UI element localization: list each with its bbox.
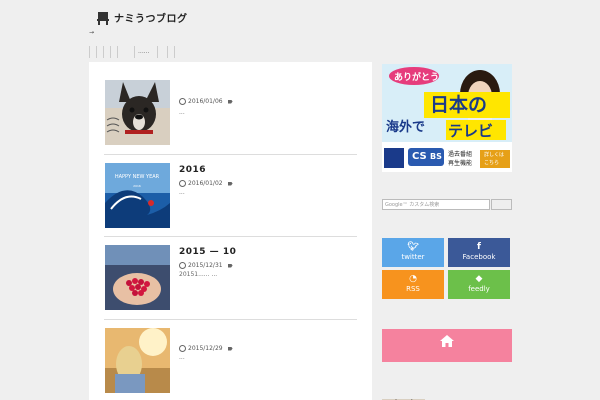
ad-headline-2a: 海外で xyxy=(386,120,426,135)
post-meta: 2015/12/29 xyxy=(179,345,233,352)
ad-headline-2b: テレビ xyxy=(448,122,494,140)
post-item[interactable]: 2015 — 10 2015/12/31 20151...... ... xyxy=(105,245,355,311)
ad-small-1a: 過去番組 xyxy=(448,151,473,158)
ad-small-2b: こちら xyxy=(484,160,500,166)
post-title[interactable]: 2016 xyxy=(179,165,206,175)
ad-bs: BS xyxy=(430,152,442,161)
feedly-icon: ◆ xyxy=(475,274,483,284)
tag-icon xyxy=(227,346,233,351)
follow-label: RSS xyxy=(406,285,420,293)
twitter-bird-icon: 🐦︎ xyxy=(407,242,419,252)
clock-icon xyxy=(179,345,186,352)
nav-item[interactable] xyxy=(117,46,134,58)
clock-icon xyxy=(179,98,186,105)
post-item[interactable]: 2015/12/29 ... xyxy=(105,328,355,394)
follow-feedly-button[interactable]: ◆ feedly xyxy=(448,270,510,299)
post-item[interactable]: HAPPY NEW YEAR 2016 2016 2016/01/02 ... xyxy=(105,163,355,229)
post-divider xyxy=(104,236,357,237)
site-logo[interactable]: ナミうつブログ xyxy=(96,10,188,25)
svg-text:HAPPY NEW YEAR: HAPPY NEW YEAR xyxy=(115,174,160,180)
chair-logo-icon xyxy=(97,11,109,25)
post-date: 2015/12/31 xyxy=(188,262,223,269)
happy-new-year-wave-image: HAPPY NEW YEAR 2016 xyxy=(105,163,170,228)
post-thumbnail[interactable] xyxy=(105,80,170,145)
post-excerpt: ... xyxy=(179,189,185,196)
nav-item[interactable] xyxy=(110,46,117,58)
sidebar-post-thumbnail[interactable] xyxy=(382,392,425,400)
blonde-woman-sunset-image xyxy=(105,328,170,393)
ad-bubble-text: ありがとう xyxy=(394,73,440,83)
follow-twitter-button[interactable]: 🐦︎ twitter xyxy=(382,238,444,267)
sidebar-ad-banner[interactable]: ありがとう 日本の 海外で テレビ CS BS 過去番組 再生機能 詳しくは こ… xyxy=(382,64,512,172)
tag-icon xyxy=(227,263,233,268)
search-input[interactable]: Google™ カスタム検索 xyxy=(382,199,490,210)
post-date: 2016/01/02 xyxy=(188,180,223,187)
post-date: 2016/01/06 xyxy=(188,98,223,105)
post-item[interactable]: 2016/01/06 ... xyxy=(105,80,355,146)
post-excerpt: ... xyxy=(179,354,185,361)
tag-icon xyxy=(227,99,233,104)
follow-label: feedly xyxy=(468,285,490,293)
follow-label: Facebook xyxy=(462,253,496,261)
post-excerpt: 20151...... ... xyxy=(179,271,218,278)
post-meta: 2016/01/02 xyxy=(179,180,233,187)
ad-small-1b: 再生機能 xyxy=(448,160,473,167)
clock-icon xyxy=(179,262,186,269)
rss-icon: ◔ xyxy=(409,274,417,284)
svg-text:2016: 2016 xyxy=(133,184,141,188)
post-date: 2015/12/29 xyxy=(188,345,223,352)
post-thumbnail[interactable] xyxy=(105,245,170,310)
site-title[interactable]: ナミうつブログ xyxy=(114,10,188,25)
follow-label: twitter xyxy=(401,253,425,261)
follow-facebook-button[interactable]: f Facebook xyxy=(448,238,510,267)
home-button[interactable] xyxy=(382,329,512,362)
nav-item[interactable]: ...... xyxy=(134,46,157,58)
nav-item[interactable] xyxy=(167,46,175,58)
follow-rss-button[interactable]: ◔ RSS xyxy=(382,270,444,299)
main-content: 2016/01/06 ... HAPPY NEW YEAR 2016 2016 … xyxy=(89,62,372,400)
clock-icon xyxy=(179,180,186,187)
ad-cs: CS xyxy=(412,151,427,162)
post-divider xyxy=(104,154,357,155)
nav-item[interactable] xyxy=(96,46,103,58)
raspberries-in-hands-image xyxy=(105,245,170,310)
nav-item[interactable] xyxy=(89,46,96,58)
post-meta: 2015/12/31 xyxy=(179,262,233,269)
site-header: ナミうつブログ → ...... xyxy=(0,0,600,62)
home-icon xyxy=(440,335,454,347)
post-thumbnail[interactable] xyxy=(105,328,170,393)
facebook-f-icon: f xyxy=(477,242,481,252)
post-title[interactable]: 2015 — 10 xyxy=(179,247,236,257)
ad-headline: 日本の xyxy=(430,94,488,116)
post-divider xyxy=(104,319,357,320)
nav-item[interactable] xyxy=(103,46,110,58)
ad-small-2a: 詳しくは xyxy=(484,152,505,158)
global-nav: ...... xyxy=(89,46,175,58)
post-thumbnail[interactable]: HAPPY NEW YEAR 2016 xyxy=(105,163,170,228)
post-excerpt: ... xyxy=(179,109,185,116)
french-bulldog-image xyxy=(105,80,170,145)
tag-icon xyxy=(227,181,233,186)
post-meta: 2016/01/06 xyxy=(179,98,233,105)
site-tagline: → xyxy=(89,29,95,36)
search-button[interactable] xyxy=(491,199,512,210)
nav-item[interactable] xyxy=(157,46,167,58)
